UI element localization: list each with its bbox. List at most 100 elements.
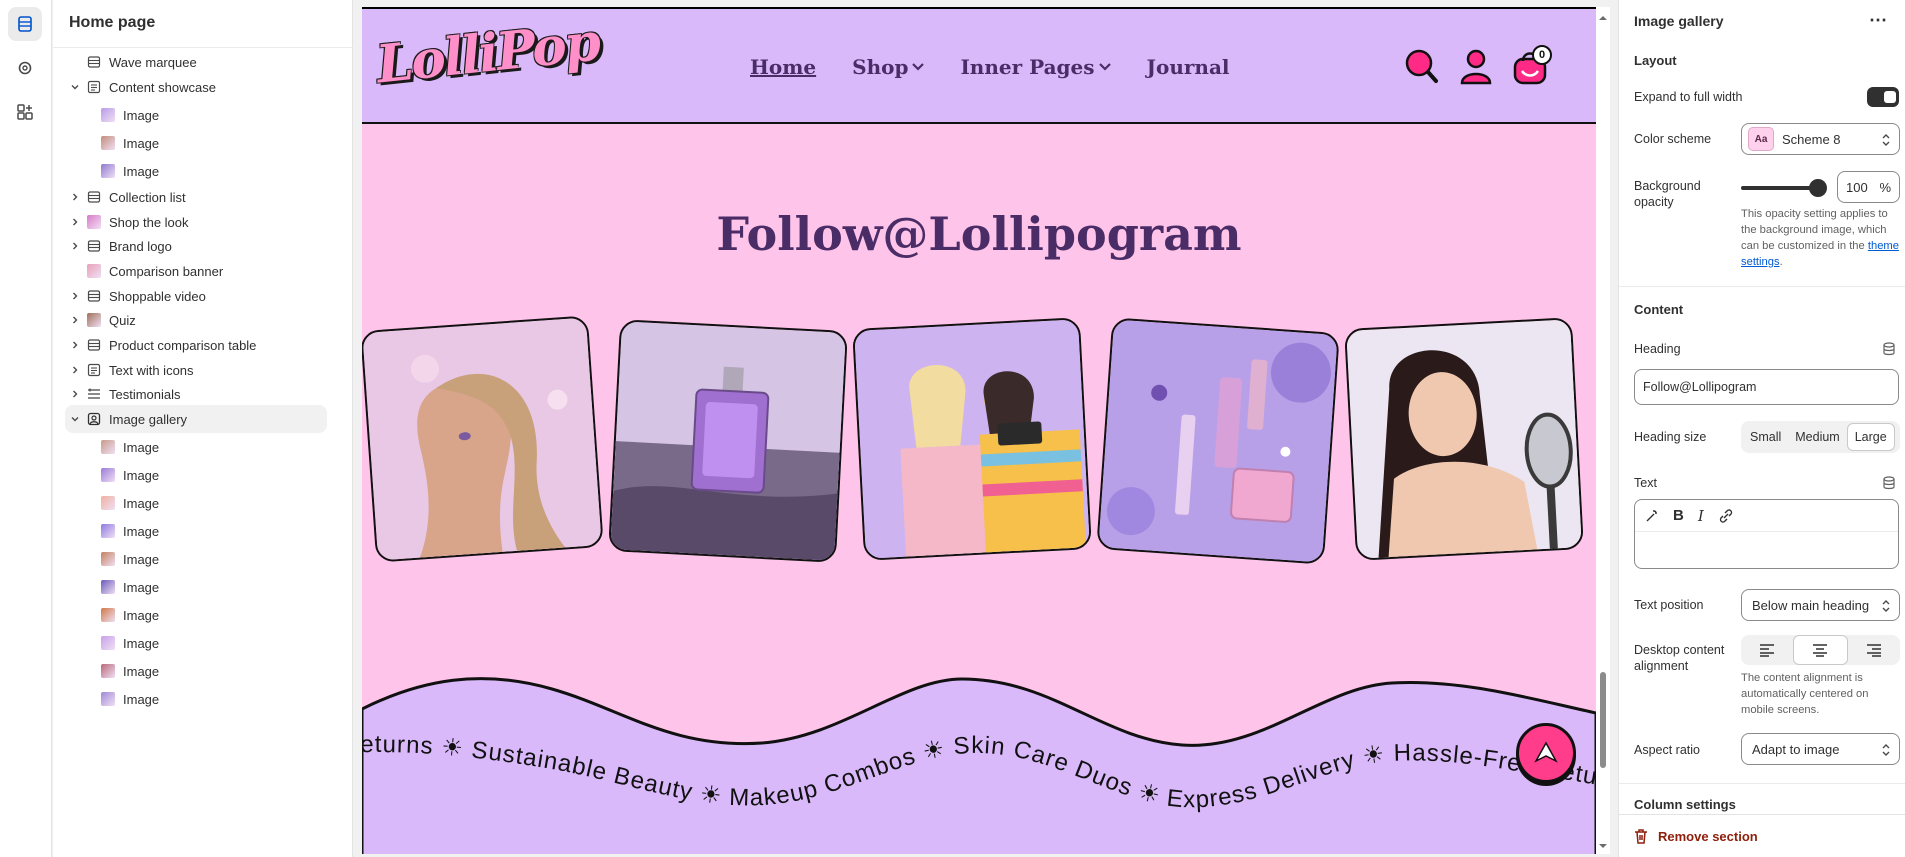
tree-child-item[interactable]: Image (65, 517, 327, 545)
opacity-slider-track[interactable] (1741, 186, 1817, 190)
dynamic-source-icon[interactable] (1882, 476, 1896, 490)
scroll-down-icon[interactable] (1598, 841, 1608, 851)
align-right-button[interactable] (1848, 635, 1900, 665)
tree-item-label: Image (123, 163, 160, 179)
text-editor[interactable]: B I (1634, 499, 1899, 569)
gallery-image-5[interactable] (1344, 317, 1584, 561)
aspect-ratio-label: Aspect ratio (1634, 743, 1701, 757)
opacity-unit: % (1879, 179, 1891, 195)
expand-full-width-toggle[interactable] (1867, 87, 1899, 107)
chevron-right-icon[interactable] (69, 216, 81, 228)
nav-home[interactable]: Home (750, 55, 816, 79)
tree-section-item[interactable]: Quiz (65, 306, 327, 334)
heading-size-large[interactable]: Large (1846, 423, 1895, 451)
nav-inner-pages-label: Inner Pages (960, 55, 1095, 79)
chevron-right-icon[interactable] (69, 388, 81, 400)
color-scheme-select[interactable]: Aa Scheme 8 (1741, 123, 1900, 155)
select-arrows-icon (1882, 134, 1890, 146)
text-position-label: Text position (1634, 598, 1704, 612)
chevron-right-icon[interactable] (69, 364, 81, 376)
two-women-makeup-image (854, 319, 1092, 561)
gallery-image-4[interactable] (1096, 317, 1340, 565)
remove-section-label: Remove section (1658, 828, 1758, 844)
tree-item-label: Brand logo (109, 238, 172, 254)
nav-inner-pages[interactable]: Inner Pages (960, 55, 1111, 79)
nav-journal[interactable]: Journal (1147, 55, 1230, 79)
image-thumbnail (87, 215, 101, 229)
scroll-up-icon[interactable] (1598, 13, 1608, 23)
tree-section-item[interactable]: Content showcase (65, 73, 327, 101)
image-thumbnail (101, 164, 115, 178)
dynamic-source-icon[interactable] (1882, 342, 1896, 356)
tree-item-label: Image (123, 523, 160, 539)
tree-child-item[interactable]: Image (65, 129, 327, 157)
tree-child-item[interactable]: Image (65, 461, 327, 489)
tree-item-label: Image (123, 107, 160, 123)
tree-section-item[interactable]: Brand logo (65, 232, 327, 260)
tree-child-item[interactable]: Image (65, 157, 327, 185)
tree-section-item[interactable]: Wave marquee (65, 48, 327, 76)
heading-size-label: Heading size (1634, 430, 1707, 444)
tree-item-label: Image (123, 495, 160, 511)
bold-icon[interactable]: B (1673, 507, 1684, 524)
search-icon[interactable] (1402, 47, 1442, 87)
tree-section-item[interactable]: Testimonials (65, 380, 327, 408)
store-logo[interactable]: LolliPop (373, 11, 601, 95)
tree-item-label: Image (123, 691, 160, 707)
remove-section-button[interactable]: Remove section (1634, 828, 1758, 844)
heading-input[interactable]: Follow@Lollipogram (1634, 369, 1899, 405)
gallery-image-3[interactable] (852, 317, 1092, 561)
tree-section-item[interactable]: Product comparison table (65, 331, 327, 359)
chevron-right-icon[interactable] (69, 339, 81, 351)
tree-item-label: Image (123, 607, 160, 623)
chevron-right-icon[interactable] (69, 240, 81, 252)
gallery-icon (87, 412, 101, 426)
tree-child-item[interactable]: Image (65, 433, 327, 461)
more-options-button[interactable]: ⋯ (1869, 10, 1888, 31)
list-icon (87, 387, 101, 401)
opacity-input[interactable]: 100% (1837, 171, 1900, 203)
sections-icon[interactable] (8, 7, 42, 41)
apps-icon[interactable] (8, 95, 42, 129)
tree-section-item[interactable]: Image gallery (65, 405, 327, 433)
tree-child-item[interactable]: Image (65, 601, 327, 629)
magic-icon[interactable] (1645, 509, 1659, 523)
heading-size-small[interactable]: Small (1743, 424, 1788, 450)
opacity-slider-handle[interactable] (1809, 179, 1827, 197)
nav-home-label: Home (750, 55, 817, 79)
nav-shop[interactable]: Shop (852, 55, 925, 79)
chevron-right-icon[interactable] (69, 290, 81, 302)
gallery-image-1[interactable] (362, 315, 604, 563)
align-left-button[interactable] (1741, 635, 1793, 665)
chevron-right-icon[interactable] (69, 314, 81, 326)
link-icon[interactable] (1718, 508, 1734, 523)
account-icon[interactable] (1456, 47, 1496, 87)
gear-icon[interactable] (8, 51, 42, 85)
tree-child-item[interactable]: Image (65, 629, 327, 657)
preview-scroll-thumb[interactable] (1600, 672, 1606, 768)
editor-toolbar: B I (1635, 500, 1898, 532)
gallery-image-2[interactable] (608, 319, 848, 563)
tree-child-item[interactable]: Image (65, 685, 327, 713)
tree-child-item[interactable]: Image (65, 545, 327, 573)
tree-section-item[interactable]: Comparison banner (65, 257, 327, 285)
align-center-button[interactable] (1793, 635, 1848, 665)
chevron-down-icon[interactable] (69, 81, 81, 93)
heading-size-medium[interactable]: Medium (1788, 424, 1846, 450)
tree-section-item[interactable]: Collection list (65, 183, 327, 211)
opacity-value: 100 (1846, 179, 1868, 195)
scroll-to-top-button[interactable] (1516, 723, 1576, 783)
aspect-ratio-select[interactable]: Adapt to image (1741, 733, 1900, 765)
tree-child-item[interactable]: Image (65, 101, 327, 129)
chevron-right-icon[interactable] (69, 191, 81, 203)
text-position-select[interactable]: Below main heading (1741, 589, 1900, 621)
italic-icon[interactable]: I (1698, 507, 1704, 525)
left-rail (0, 0, 52, 857)
tree-child-item[interactable]: Image (65, 489, 327, 517)
alignment-help-text: The content alignment is automatically c… (1741, 672, 1869, 716)
tree-item-label: Quiz (109, 312, 136, 328)
tree-child-item[interactable]: Image (65, 657, 327, 685)
tree-child-item[interactable]: Image (65, 573, 327, 601)
chevron-down-icon[interactable] (69, 413, 81, 425)
tree-item-label: Wave marquee (109, 54, 197, 70)
